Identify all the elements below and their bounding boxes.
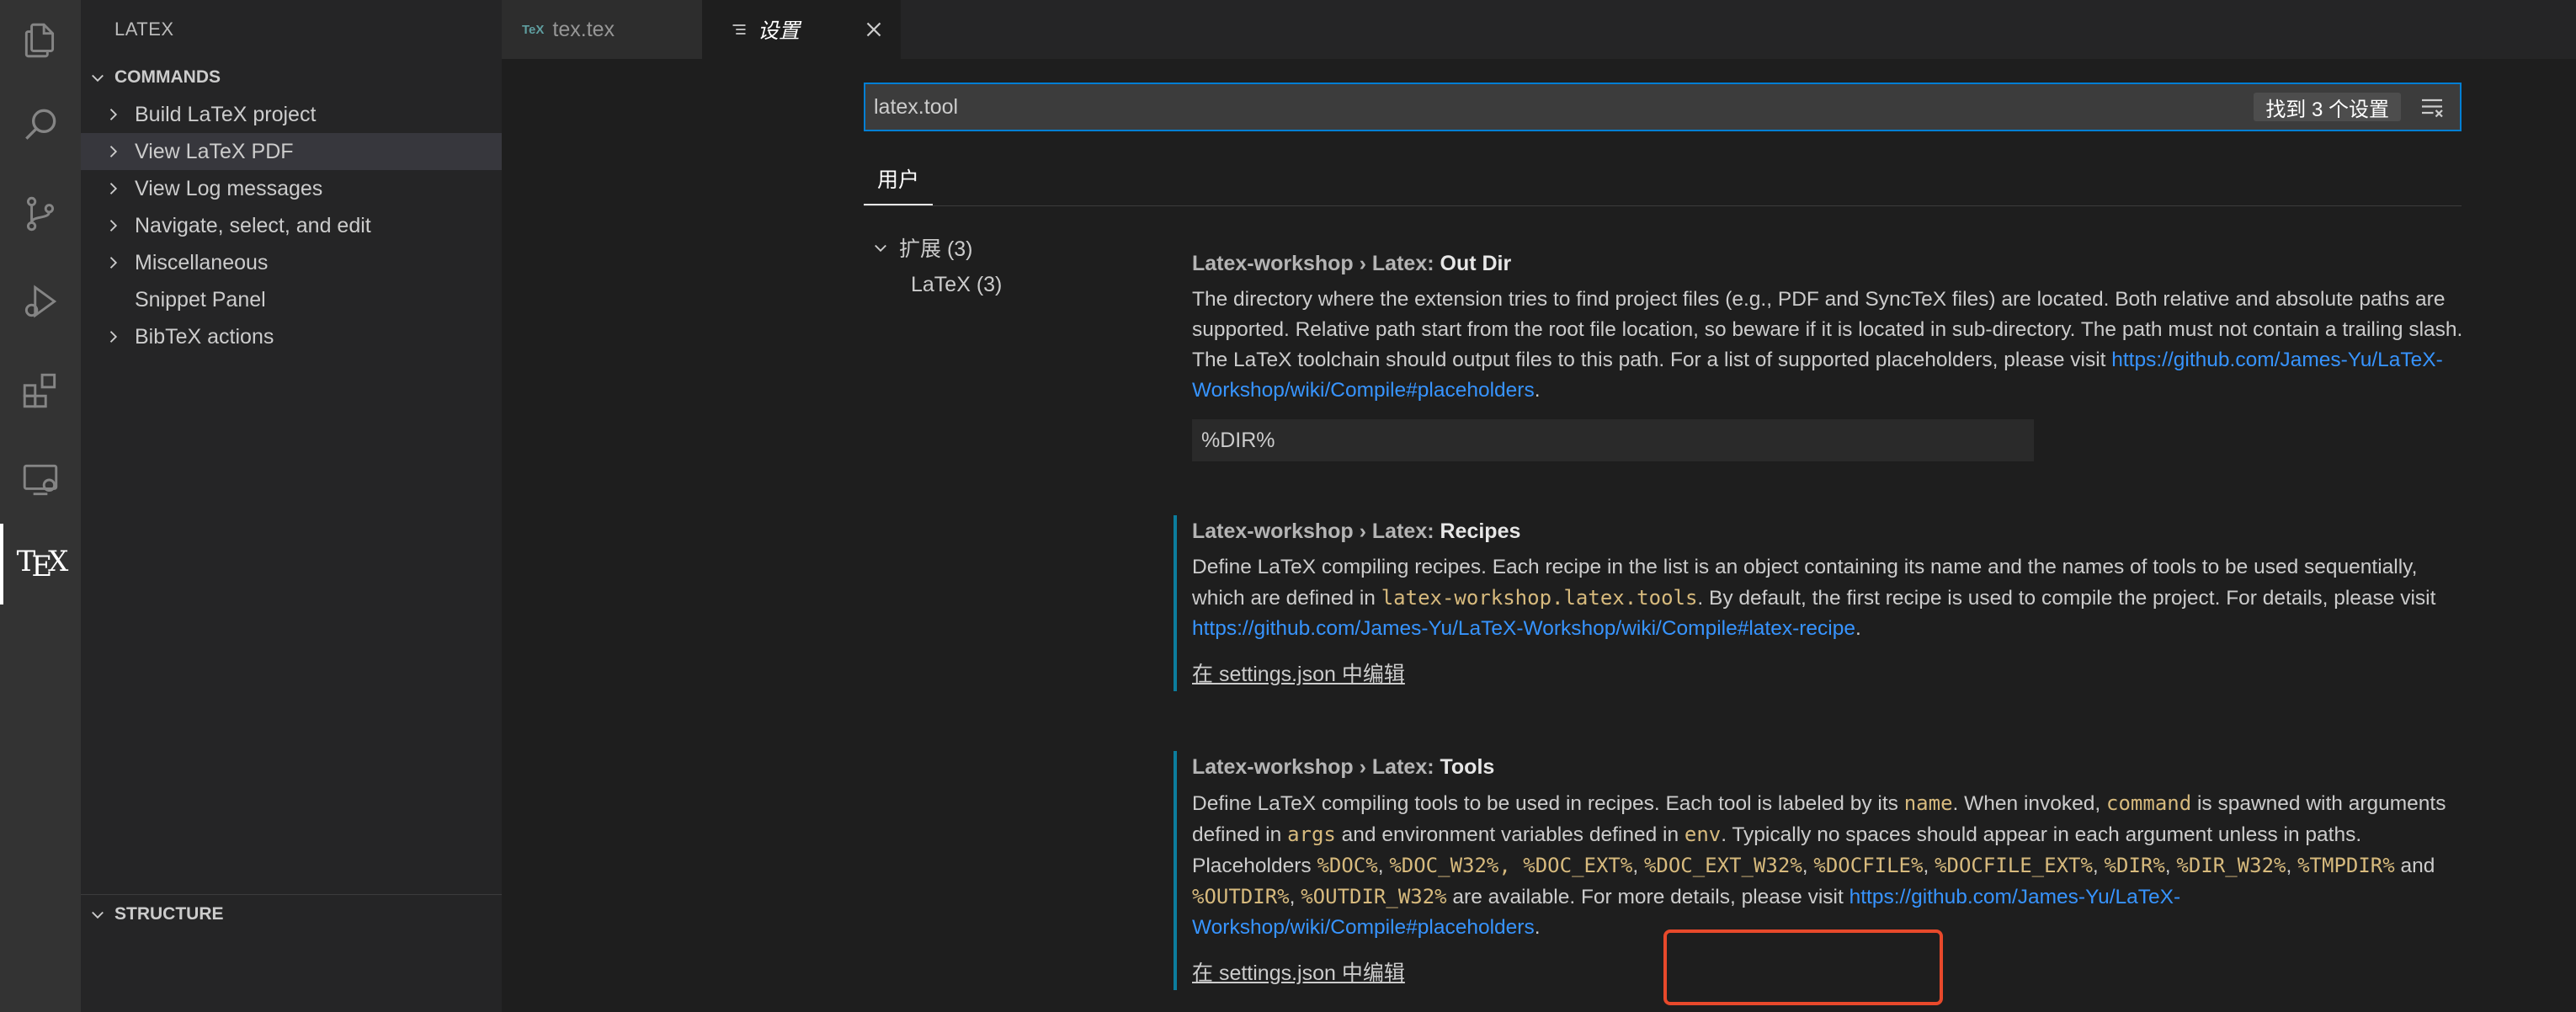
command-item-label: View LaTeX PDF <box>135 139 294 163</box>
setting-title: Latex-workshop › Latex: Out Dir <box>1192 252 1512 275</box>
chevron-right-icon <box>109 257 118 269</box>
command-item-misc[interactable]: Miscellaneous <box>81 244 502 281</box>
chevron-right-icon <box>109 331 118 343</box>
tab-tex-file[interactable]: TeX tex.tex <box>502 0 702 59</box>
toc-item-label: LaTeX (3) <box>911 272 1003 296</box>
clear-filter-icon[interactable] <box>2419 96 2445 120</box>
structure-section-label: STRUCTURE <box>114 904 224 924</box>
command-item-navigate[interactable]: Navigate, select, and edit <box>81 207 502 244</box>
settings-search-box: 找到 3 个设置 <box>864 83 2462 131</box>
chevron-right-icon <box>109 183 118 194</box>
latex-recipe-link[interactable]: https://github.com/James-Yu/LaTeX-Worksh… <box>1192 617 1855 640</box>
run-debug-icon[interactable] <box>0 261 81 342</box>
command-item-label: Build LaTeX project <box>135 102 317 126</box>
sidebar-title: LATEX <box>114 19 174 40</box>
command-item-view-pdf[interactable]: View LaTeX PDF <box>81 133 502 170</box>
tab-label: 设置 <box>758 19 801 43</box>
commands-section-label: COMMANDS <box>114 67 221 87</box>
command-item-label: BibTeX actions <box>135 324 274 349</box>
tab-settings[interactable]: 设置 <box>702 0 901 59</box>
settings-list-icon <box>732 24 746 35</box>
chevron-right-icon <box>109 146 118 157</box>
setting-description: Define LaTeX compiling tools to be used … <box>1192 791 2446 939</box>
tab-label: tex.tex <box>552 17 615 41</box>
search-icon[interactable] <box>0 84 81 165</box>
toc-item-latex[interactable]: LaTeX (3) <box>911 268 1002 301</box>
editor-area: TeX tex.tex 设置 找到 3 个设置 用户 扩展 (3) LaTeX … <box>502 0 2576 1012</box>
remote-explorer-icon[interactable] <box>0 439 81 520</box>
command-item-label: Snippet Panel <box>135 287 266 312</box>
setting-description: Define LaTeX compiling recipes. Each rec… <box>1192 556 2436 640</box>
chevron-right-icon <box>109 109 118 120</box>
setting-title: Latex-workshop › Latex: Recipes <box>1192 519 1521 543</box>
chevron-down-icon <box>92 74 104 83</box>
explorer-icon[interactable] <box>0 0 81 81</box>
activity-bar: TEX <box>0 0 81 1012</box>
chevron-down-icon <box>92 911 104 919</box>
latex-sidebar: LATEX COMMANDS Build LaTeX project View … <box>81 0 502 1012</box>
chevron-down-icon <box>875 244 886 253</box>
extensions-icon[interactable] <box>0 350 81 431</box>
tex-file-icon: TeX <box>522 22 545 37</box>
sidebar-divider <box>81 894 502 895</box>
settings-search-input[interactable] <box>872 93 2222 120</box>
tab-user-settings[interactable]: 用户 <box>864 157 934 205</box>
setting-title: Latex-workshop › Latex: Tools <box>1192 755 1495 779</box>
search-result-count: 找到 3 个设置 <box>2254 93 2401 121</box>
annotation-highlight-box <box>1663 929 1943 1005</box>
toc-group-label: 扩展 (3) <box>899 237 973 261</box>
source-control-icon[interactable] <box>0 173 81 254</box>
command-item-snippet-panel[interactable]: Snippet Panel <box>81 281 502 318</box>
toc-group-extensions[interactable]: 扩展 (3) <box>872 231 973 264</box>
out-dir-input[interactable]: %DIR% <box>1192 419 2034 461</box>
command-item-bibtex[interactable]: BibTeX actions <box>81 318 502 355</box>
edit-in-settings-json-link[interactable]: 在 settings.json 中编辑 <box>1192 956 1405 990</box>
edit-in-settings-json-link[interactable]: 在 settings.json 中编辑 <box>1192 658 1405 691</box>
tex-icon[interactable]: TEX <box>0 524 81 605</box>
command-item-build[interactable]: Build LaTeX project <box>81 96 502 133</box>
close-icon[interactable] <box>864 19 884 40</box>
structure-section-header[interactable]: STRUCTURE <box>81 896 502 933</box>
command-item-label: Miscellaneous <box>135 250 269 274</box>
command-item-view-log[interactable]: View Log messages <box>81 170 502 207</box>
commands-section-header[interactable]: COMMANDS <box>81 59 502 96</box>
command-item-label: View Log messages <box>135 176 323 200</box>
command-item-label: Navigate, select, and edit <box>135 213 371 237</box>
settings-scope-tabs: 用户 <box>864 157 2462 206</box>
setting-recipes: Latex-workshop › Latex: Recipes Define L… <box>1174 515 2472 691</box>
setting-description: The directory where the extension tries … <box>1192 288 2463 402</box>
setting-out-dir: Latex-workshop › Latex: Out Dir The dire… <box>1192 248 2472 461</box>
chevron-right-icon <box>109 220 118 232</box>
tab-bar: TeX tex.tex 设置 <box>502 0 2576 59</box>
